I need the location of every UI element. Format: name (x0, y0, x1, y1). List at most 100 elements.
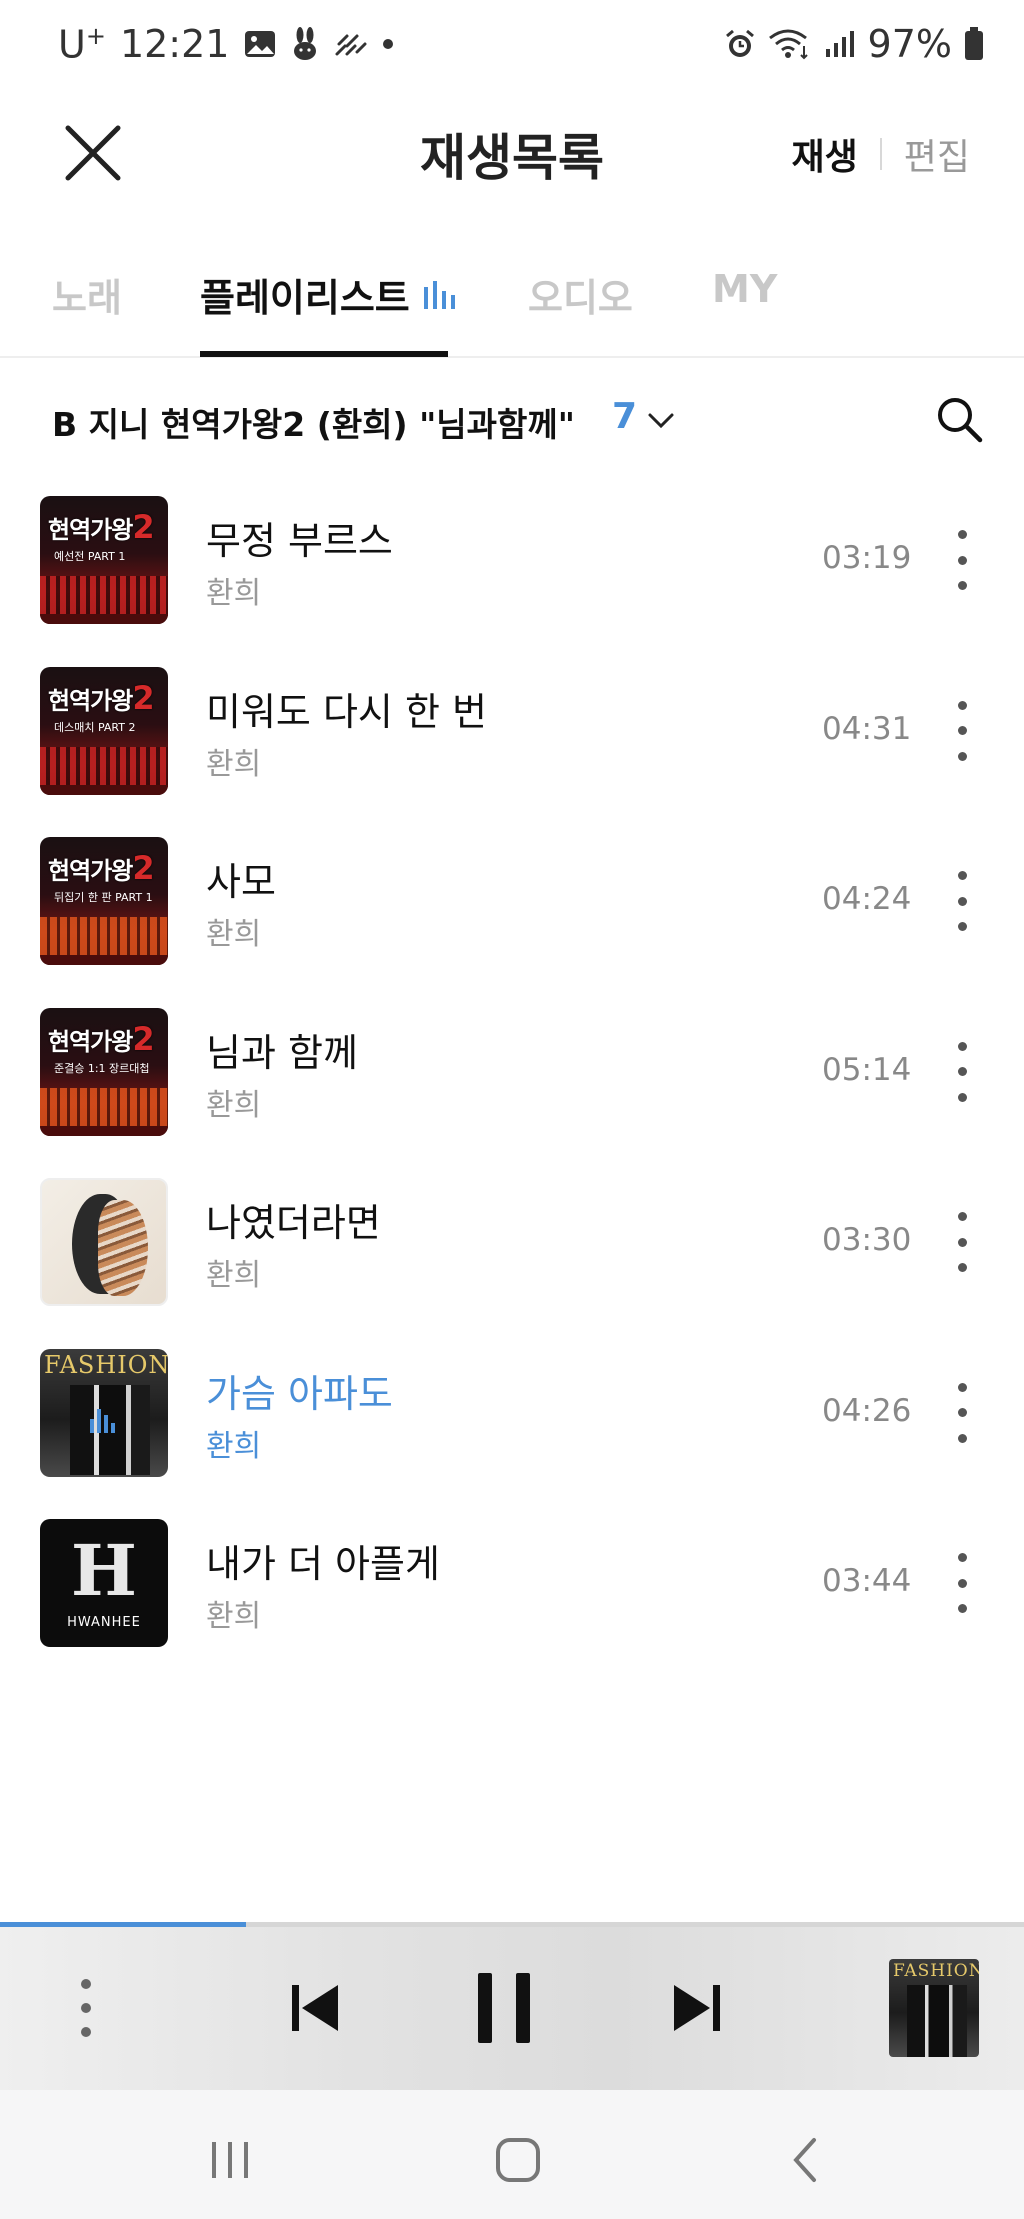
song-row-playing[interactable]: FASHION 가슴 아파도 환희 04:26 (0, 1343, 1024, 1514)
header-divider (879, 138, 882, 170)
song-row[interactable]: 현역가왕2 데스매치 PART 2 미워도 다시 한 번 환희 04:31 (0, 661, 1024, 832)
album-subtitle: 준결승 1:1 장르대첩 (54, 1061, 150, 1075)
mini-album-people (907, 1985, 967, 2057)
tab-bar: 노래 플레이리스트 오디오 MY (0, 255, 1024, 358)
song-artist: 환희 (206, 917, 262, 952)
album-logo: 현역가왕2 (48, 508, 155, 546)
album-monogram: H (70, 1529, 138, 1612)
more-vertical-icon[interactable] (950, 1382, 974, 1443)
player-menu-icon[interactable] (80, 1979, 92, 2037)
more-vertical-icon[interactable] (950, 871, 974, 931)
album-crowd (40, 746, 168, 787)
tab-songs[interactable]: 노래 (52, 267, 122, 322)
playlist-title[interactable]: B 지니 현역가왕2 (환희) "님과함께"... (52, 398, 572, 446)
playlist-header: B 지니 현역가왕2 (환희) "님과함께"... 7 (0, 380, 1024, 460)
mini-player-album-art[interactable]: FASHION (889, 1959, 979, 2057)
song-duration: 04:31 (822, 710, 912, 747)
album-art: 현역가왕2 예선전 PART 1 (40, 496, 168, 624)
album-title-text: FASHION (44, 1350, 168, 1379)
album-hair (98, 1200, 148, 1296)
album-subtitle: 데스매치 PART 2 (54, 720, 136, 734)
song-duration: 05:14 (822, 1051, 912, 1088)
song-row[interactable]: 현역가왕2 예선전 PART 1 무정 부르스 환희 03:19 (0, 490, 1024, 661)
skip-previous-icon[interactable] (270, 1963, 360, 2053)
album-crowd (40, 917, 168, 957)
edit-button[interactable]: 편집 (904, 128, 970, 180)
playlist-count: 7 (612, 396, 638, 437)
weather-icon (335, 34, 367, 56)
tab-playlist[interactable]: 플레이리스트 (200, 267, 458, 322)
status-bar-right: 97% (724, 22, 984, 66)
recent-apps-icon[interactable] (200, 2130, 260, 2190)
song-duration: 03:19 (822, 540, 912, 576)
signal-icon (825, 31, 854, 57)
album-stage (40, 784, 168, 795)
system-nav-bar (0, 2090, 1024, 2219)
search-icon[interactable] (934, 394, 984, 444)
song-title: 미워도 다시 한 번 (206, 689, 487, 734)
song-title: 나였더라면 (206, 1201, 381, 1245)
more-vertical-icon[interactable] (950, 530, 974, 590)
play-button[interactable]: 재생 (792, 128, 858, 180)
album-logo: 현역가왕2 (48, 678, 155, 717)
chevron-down-icon[interactable] (646, 406, 676, 436)
album-crowd (40, 576, 168, 616)
more-vertical-icon[interactable] (950, 1212, 974, 1272)
album-stage (40, 955, 168, 965)
home-icon[interactable] (488, 2130, 548, 2190)
now-playing-icon (90, 1407, 115, 1433)
status-bar: U+ 12:21 97% (0, 0, 1024, 100)
album-artist-name: HWANHEE (67, 1615, 141, 1630)
status-bar-left: U+ 12:21 (58, 22, 395, 67)
skip-next-icon[interactable] (652, 1963, 742, 2053)
carrier-label: U+ (58, 22, 106, 67)
battery-icon (965, 27, 983, 60)
album-crowd (40, 1087, 168, 1128)
mini-player: FASHION (0, 1927, 1024, 2090)
battery-percent: 97% (867, 22, 952, 66)
song-artist: 환희 (206, 576, 262, 611)
tab-active-indicator (200, 351, 448, 357)
back-icon[interactable] (776, 2130, 836, 2190)
tab-my[interactable]: MY (712, 267, 777, 311)
more-vertical-icon[interactable] (950, 1041, 974, 1102)
song-list: 현역가왕2 예선전 PART 1 무정 부르스 환희 03:19 현역가왕2 데… (0, 490, 1024, 1684)
album-art: 현역가왕2 뒤집기 한 판 PART 1 (40, 837, 168, 965)
song-row[interactable]: 현역가왕2 준결승 1:1 장르대첩 님과 함께 환희 05:14 (0, 1002, 1024, 1173)
tab-audio[interactable]: 오디오 (528, 267, 633, 322)
song-duration: 04:26 (822, 1392, 912, 1429)
pause-icon[interactable] (460, 1963, 550, 2053)
alarm-icon (725, 29, 754, 57)
album-subtitle: 뒤집기 한 판 PART 1 (54, 891, 153, 904)
song-artist: 환희 (206, 1258, 262, 1293)
song-row[interactable]: 나였더라면 환희 03:30 (0, 1172, 1024, 1343)
equalizer-icon (423, 280, 455, 309)
album-subtitle: 예선전 PART 1 (54, 550, 126, 563)
mini-album-title-text: FASHION (893, 1961, 979, 1981)
song-artist: 환희 (206, 1599, 262, 1634)
status-time: 12:21 (119, 22, 230, 67)
song-duration: 03:44 (822, 1563, 912, 1599)
more-vertical-icon[interactable] (950, 1553, 974, 1613)
album-stage (40, 1125, 168, 1136)
song-title: 사모 (206, 860, 276, 904)
song-duration: 03:30 (822, 1222, 912, 1258)
song-duration: 04:24 (822, 881, 912, 917)
tab-playlist-label: 플레이리스트 (200, 276, 410, 320)
album-art (40, 1178, 168, 1306)
gallery-icon (245, 31, 276, 58)
album-art: FASHION (40, 1348, 168, 1477)
song-row[interactable]: 현역가왕2 뒤집기 한 판 PART 1 사모 환희 04:24 (0, 831, 1024, 1002)
album-art: 현역가왕2 준결승 1:1 장르대첩 (40, 1007, 168, 1136)
song-artist: 환희 (206, 746, 262, 782)
more-vertical-icon[interactable] (950, 700, 974, 761)
album-art: H HWANHEE (40, 1519, 168, 1647)
song-title: 님과 함께 (206, 1030, 358, 1075)
album-stage (40, 614, 168, 624)
song-title: 무정 부르스 (206, 519, 393, 563)
wifi-icon (768, 29, 808, 60)
song-row[interactable]: H HWANHEE 내가 더 아플게 환희 03:44 (0, 1513, 1024, 1684)
header-actions: 재생 편집 (792, 128, 971, 180)
album-logo: 현역가왕2 (48, 849, 155, 887)
song-title: 내가 더 아플게 (206, 1542, 440, 1586)
